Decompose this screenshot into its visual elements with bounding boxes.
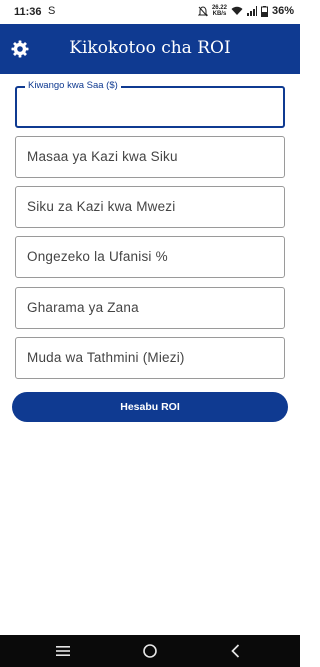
battery-icon [260,5,268,17]
system-nav-bar [0,635,300,667]
app-bar: Kikokotoo cha ROI [0,24,300,74]
home-icon[interactable] [142,643,158,659]
hours-per-day-field[interactable]: Masaa ya Kazi kwa Siku [15,136,285,178]
signal-icon [246,6,257,16]
evaluation-period-placeholder: Muda wa Tathmini (Miezi) [27,350,185,365]
recent-apps-icon[interactable] [55,643,71,659]
efficiency-gain-field[interactable]: Ongezeko la Ufanisi % [15,236,285,278]
hourly-rate-field[interactable]: Kiwango kwa Saa ($) [15,80,285,128]
efficiency-gain-placeholder: Ongezeko la Ufanisi % [27,249,168,264]
status-icons: 26.22 KB/s 36% [197,5,294,17]
status-time: 11:36 [14,6,42,18]
evaluation-period-field[interactable]: Muda wa Tathmini (Miezi) [15,337,285,379]
tool-cost-field[interactable]: Gharama ya Zana [15,287,285,329]
wifi-icon [231,6,243,15]
hours-per-day-placeholder: Masaa ya Kazi kwa Siku [27,149,178,164]
status-bar: 11:36 S 26.22 KB/s 36% [0,0,300,24]
days-per-month-placeholder: Siku za Kazi kwa Mwezi [27,199,176,214]
hourly-rate-label: Kiwango kwa Saa ($) [25,80,121,91]
speed-unit: KB/s [212,11,227,17]
tool-cost-placeholder: Gharama ya Zana [27,300,139,315]
network-speed: 26.22 KB/s [212,5,227,17]
back-icon[interactable] [228,643,244,659]
page-title: Kikokotoo cha ROI [69,38,231,58]
battery-level: 36% [271,5,294,17]
sim-icon: S [48,5,56,17]
days-per-month-field[interactable]: Siku za Kazi kwa Mwezi [15,186,285,228]
calculate-roi-button[interactable]: Hesabu ROI [12,392,288,422]
mute-icon [197,5,208,16]
